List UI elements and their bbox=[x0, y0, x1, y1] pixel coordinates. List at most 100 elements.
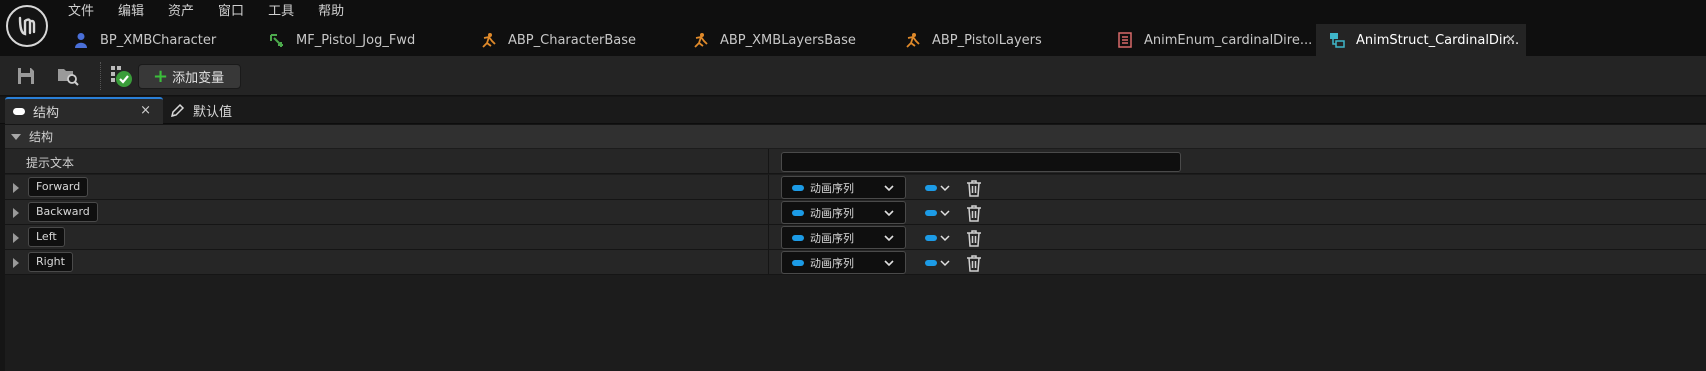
collapse-arrow-icon bbox=[11, 133, 21, 140]
variable-type-label: 动画序列 bbox=[810, 231, 854, 245]
tab-structure[interactable]: 结构 × bbox=[5, 97, 163, 124]
chevron-down-icon bbox=[940, 260, 950, 267]
add-variable-label: 添加变量 bbox=[172, 71, 225, 86]
delete-trash-icon[interactable] bbox=[966, 179, 982, 197]
column-divider[interactable] bbox=[768, 200, 769, 225]
tab-abp-pistollayers[interactable]: ABP_PistolLayers bbox=[892, 24, 1104, 56]
expand-arrow-icon[interactable] bbox=[13, 233, 19, 243]
variable-row: Right 动画序列 bbox=[5, 250, 1706, 275]
variable-type-dropdown[interactable]: 动画序列 bbox=[781, 201, 906, 224]
save-icon bbox=[18, 68, 34, 84]
enum-icon bbox=[1116, 31, 1134, 49]
chevron-down-icon bbox=[884, 235, 894, 242]
tab-abp-xmblayersbase[interactable]: ABP_XMBLayersBase bbox=[680, 24, 892, 56]
animation-blueprint-icon bbox=[904, 31, 922, 49]
container-type-dropdown[interactable] bbox=[925, 181, 955, 195]
tab-bp-xmbcharacter[interactable]: BP_XMBCharacter bbox=[60, 24, 256, 56]
chevron-down-icon bbox=[884, 210, 894, 217]
tab-label: BP_XMBCharacter bbox=[100, 32, 217, 48]
type-pill-icon bbox=[792, 234, 804, 241]
tab-label: ABP_XMBLayersBase bbox=[720, 32, 856, 48]
title-bar: 文件 编辑 资产 窗口 工具 帮助 BP_XMBCharacter MF_Pis… bbox=[0, 0, 1706, 56]
compile-status-button[interactable] bbox=[107, 62, 135, 90]
container-type-dropdown[interactable] bbox=[925, 206, 955, 220]
variable-name-field[interactable]: Right bbox=[28, 252, 73, 272]
plus-icon: + bbox=[153, 65, 169, 87]
save-button[interactable] bbox=[12, 62, 40, 90]
chevron-down-icon bbox=[940, 185, 950, 192]
animation-blueprint-icon bbox=[480, 31, 498, 49]
unreal-logo-icon[interactable] bbox=[6, 5, 48, 47]
variable-name-field[interactable]: Left bbox=[28, 227, 65, 247]
tab-default-values[interactable]: 默认值 bbox=[170, 97, 232, 124]
pencil-icon bbox=[170, 103, 185, 118]
details-panel: 结构 提示文本 Forward 动画序列 Backward 动画序列 Left … bbox=[5, 125, 1706, 371]
tab-mf-pistol-jog-fwd[interactable]: MF_Pistol_Jog_Fwd bbox=[256, 24, 468, 56]
tooltip-input[interactable] bbox=[781, 152, 1181, 172]
expand-arrow-icon[interactable] bbox=[13, 258, 19, 268]
toolbar: + 添加变量 bbox=[0, 56, 1706, 96]
browse-folder-icon bbox=[58, 69, 79, 86]
menu-asset[interactable]: 资产 bbox=[158, 0, 204, 24]
delete-trash-icon[interactable] bbox=[966, 254, 982, 272]
tab-animstruct-cardinaldirection[interactable]: AnimStruct_CardinalDir... × bbox=[1316, 24, 1526, 56]
column-divider[interactable] bbox=[768, 225, 769, 250]
section-title: 结构 bbox=[29, 130, 54, 144]
single-container-icon bbox=[925, 260, 937, 266]
container-type-dropdown[interactable] bbox=[925, 256, 955, 270]
column-divider[interactable] bbox=[768, 175, 769, 200]
expand-arrow-icon[interactable] bbox=[13, 208, 19, 218]
tab-abp-characterbase[interactable]: ABP_CharacterBase bbox=[468, 24, 680, 56]
variable-row: Forward 动画序列 bbox=[5, 175, 1706, 200]
tooltip-label: 提示文本 bbox=[26, 156, 75, 170]
tab-label: AnimStruct_CardinalDir... bbox=[1356, 32, 1520, 48]
variable-type-label: 动画序列 bbox=[810, 181, 854, 195]
chevron-down-icon bbox=[884, 185, 894, 192]
single-container-icon bbox=[925, 235, 937, 241]
menu-edit[interactable]: 编辑 bbox=[108, 0, 154, 24]
panel-tab-bar: 结构 × 默认值 bbox=[0, 97, 1706, 124]
variable-row: Backward 动画序列 bbox=[5, 200, 1706, 225]
column-divider[interactable] bbox=[768, 250, 769, 275]
compile-success-icon bbox=[111, 66, 132, 87]
delete-trash-icon[interactable] bbox=[966, 204, 982, 222]
type-pill-icon bbox=[792, 184, 804, 191]
variable-type-dropdown[interactable]: 动画序列 bbox=[781, 226, 906, 249]
menu-bar: 文件 编辑 资产 窗口 工具 帮助 bbox=[58, 0, 354, 24]
variable-row: Left 动画序列 bbox=[5, 225, 1706, 250]
structure-section-header[interactable]: 结构 bbox=[5, 125, 1706, 148]
chevron-down-icon bbox=[940, 210, 950, 217]
animation-blueprint-icon bbox=[692, 31, 710, 49]
variable-name-field[interactable]: Backward bbox=[28, 202, 98, 222]
document-tab-bar: BP_XMBCharacter MF_Pistol_Jog_Fwd ABP_Ch… bbox=[60, 24, 1526, 56]
browse-button[interactable] bbox=[54, 62, 82, 90]
add-variable-button[interactable]: + 添加变量 bbox=[138, 64, 241, 89]
close-tab-icon[interactable]: × bbox=[1505, 32, 1516, 47]
menu-tools[interactable]: 工具 bbox=[258, 0, 304, 24]
variable-type-label: 动画序列 bbox=[810, 206, 854, 220]
tab-label: ABP_CharacterBase bbox=[508, 32, 636, 48]
container-type-dropdown[interactable] bbox=[925, 231, 955, 245]
struct-icon bbox=[1328, 31, 1346, 49]
character-blueprint-icon bbox=[72, 31, 90, 49]
menu-help[interactable]: 帮助 bbox=[308, 0, 354, 24]
variable-type-label: 动画序列 bbox=[810, 256, 854, 270]
close-panel-icon[interactable]: × bbox=[140, 103, 151, 118]
single-container-icon bbox=[925, 185, 937, 191]
column-divider[interactable] bbox=[768, 149, 769, 174]
variable-name-field[interactable]: Forward bbox=[28, 177, 89, 197]
tab-label: MF_Pistol_Jog_Fwd bbox=[296, 32, 416, 48]
menu-window[interactable]: 窗口 bbox=[208, 0, 254, 24]
tab-default-values-label: 默认值 bbox=[193, 105, 233, 120]
tab-animenum-cardinaldirection[interactable]: AnimEnum_cardinalDire... bbox=[1104, 24, 1316, 56]
tab-label: ABP_PistolLayers bbox=[932, 32, 1042, 48]
delete-trash-icon[interactable] bbox=[966, 229, 982, 247]
chevron-down-icon bbox=[940, 235, 950, 242]
variable-type-dropdown[interactable]: 动画序列 bbox=[781, 251, 906, 274]
tab-structure-label: 结构 bbox=[33, 106, 60, 121]
menu-file[interactable]: 文件 bbox=[58, 0, 104, 24]
structure-tab-icon bbox=[13, 108, 25, 115]
expand-arrow-icon[interactable] bbox=[13, 183, 19, 193]
toolbar-separator bbox=[100, 62, 101, 90]
variable-type-dropdown[interactable]: 动画序列 bbox=[781, 176, 906, 199]
